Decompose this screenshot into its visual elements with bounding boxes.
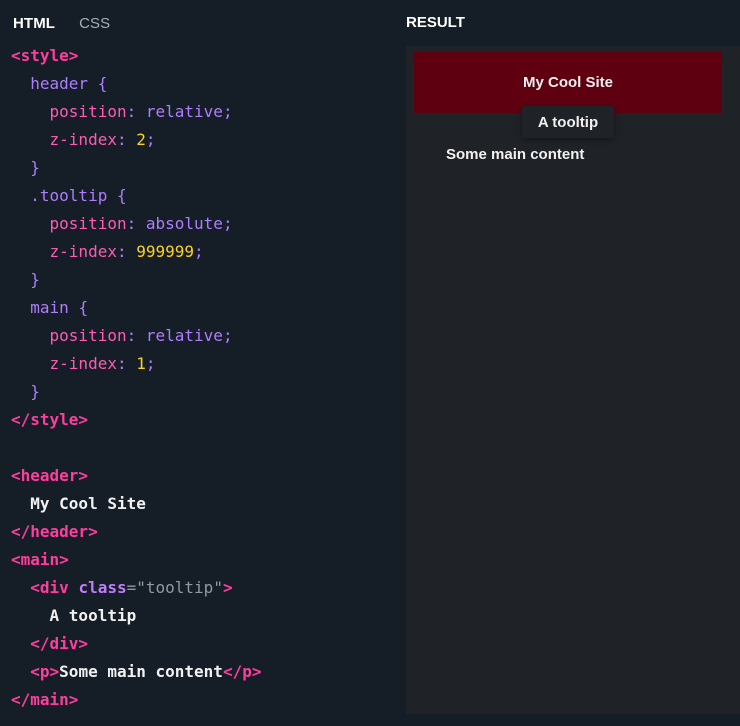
code-token: 999999 <box>136 242 195 261</box>
code-line: z-index: 2; <box>49 130 156 149</box>
code-token: position <box>49 326 127 345</box>
code-token: } <box>30 382 40 401</box>
tab-css[interactable]: CSS <box>79 15 110 32</box>
preview-tooltip: A tooltip <box>522 106 614 138</box>
code-line: position: absolute; <box>49 214 233 233</box>
code-token: <main> <box>11 550 69 569</box>
code-token: </div> <box>30 634 89 653</box>
code-token: position <box>49 214 127 233</box>
code-token: } <box>30 158 40 177</box>
code-line: <style> <box>11 42 261 70</box>
code-line: My Cool Site <box>11 490 261 518</box>
code-line: } <box>11 378 261 406</box>
code-line: </style> <box>11 406 261 434</box>
code-token: main <box>30 298 69 317</box>
code-line: z-index: 999999; <box>49 242 204 261</box>
code-token: </main> <box>11 690 79 709</box>
code-line: } <box>11 154 261 182</box>
code-token: relative <box>145 102 223 121</box>
code-token: 1 <box>136 354 146 373</box>
code-token: </header> <box>11 522 98 541</box>
code-line: <div class="tooltip"> <box>11 574 261 602</box>
code-line: </div> <box>11 630 261 658</box>
code-token: My Cool Site <box>30 494 146 513</box>
code-token: </style> <box>11 410 89 429</box>
code-token: { <box>116 186 127 205</box>
result-label: RESULT <box>406 14 465 31</box>
code-line: } <box>11 266 261 294</box>
code-token: z-index <box>49 354 117 373</box>
result-pane: My Cool Site A tooltip Some main content <box>406 46 740 714</box>
preview-header: My Cool Site <box>414 52 722 113</box>
code-token: <header> <box>11 466 89 485</box>
preview-header-title: My Cool Site <box>522 74 613 91</box>
code-line: <p>Some main content</p> <box>11 658 261 686</box>
code-token: { <box>78 298 89 317</box>
code-line: <header> <box>11 462 261 490</box>
code-token: > <box>222 578 233 597</box>
code-line: header { <box>11 70 261 98</box>
editor-tabs: HTML CSS <box>13 13 110 33</box>
code-token: .tooltip <box>30 186 108 205</box>
preview-main-text: Some main content <box>446 146 585 163</box>
code-token: { <box>97 74 108 93</box>
code-line: main { <box>11 294 261 322</box>
code-line: </main> <box>11 686 261 714</box>
code-token: = <box>126 578 137 597</box>
code-token: A tooltip <box>49 606 137 625</box>
code-token: <style> <box>11 46 79 65</box>
code-token: position <box>49 102 127 121</box>
code-token: <div <box>30 578 69 597</box>
code-line: A tooltip <box>11 602 261 630</box>
code-line: position: relative; <box>49 326 233 345</box>
code-line: .tooltip { <box>11 182 261 210</box>
code-token: z-index <box>49 130 117 149</box>
code-token: <p> <box>30 662 60 681</box>
code-line: </header> <box>11 518 261 546</box>
code-token: relative <box>145 326 223 345</box>
code-editor[interactable]: <style> header { position: relative; z-i… <box>11 42 261 714</box>
code-token: 2 <box>136 130 146 149</box>
code-token: class <box>78 578 127 597</box>
preview-tooltip-text: A tooltip <box>537 113 599 131</box>
code-line: position: relative; <box>49 102 233 121</box>
code-token: absolute <box>145 214 223 233</box>
tab-html[interactable]: HTML <box>13 15 55 32</box>
code-token: "tooltip" <box>136 578 223 597</box>
code-token: } <box>30 270 40 289</box>
code-token: z-index <box>49 242 117 261</box>
code-token: Some main content <box>59 662 223 681</box>
code-pane: HTML CSS <style> header { position: rela… <box>0 0 400 726</box>
code-line: <main> <box>11 546 261 574</box>
code-token: </p> <box>222 662 262 681</box>
code-line: z-index: 1; <box>49 354 156 373</box>
code-token: header <box>30 74 89 93</box>
